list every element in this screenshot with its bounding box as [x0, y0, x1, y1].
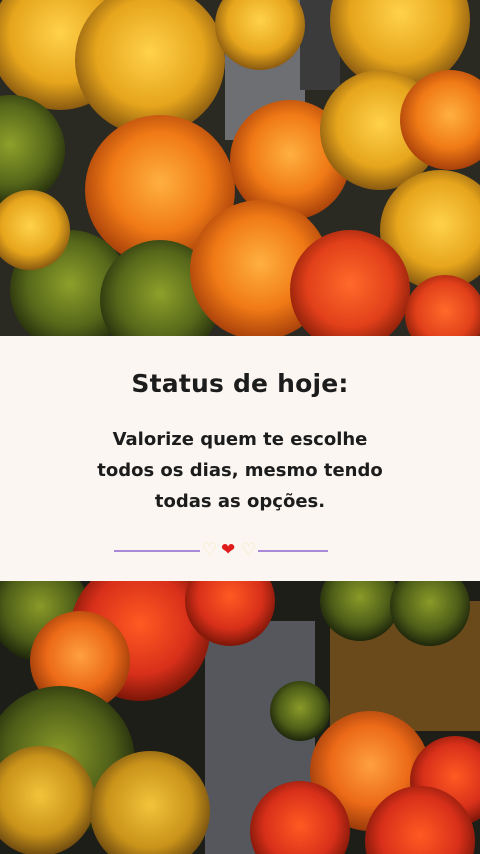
message-line: todas as opções.: [154, 491, 326, 512]
card-title: Status de hoje:: [131, 369, 349, 398]
bottom-autumn-forest-photo: [0, 581, 480, 854]
message-line: Valorize quem te escolhe: [112, 429, 368, 450]
divider-line-left: [114, 550, 200, 552]
red-heart-icon: ❤: [221, 540, 236, 560]
top-autumn-forest-photo: [0, 0, 480, 336]
outline-heart-icon: ♡: [241, 540, 257, 560]
heart-divider: ♡ ❤ ♡: [114, 539, 328, 561]
divider-line-right: [258, 550, 328, 552]
message-line: todos os dias, mesmo tendo: [97, 460, 383, 481]
status-card: Status de hoje: Valorize quem te escolhe…: [0, 336, 480, 581]
card-message: Valorize quem te escolhe todos os dias, …: [0, 424, 480, 517]
outline-heart-icon: ♡: [202, 540, 218, 560]
